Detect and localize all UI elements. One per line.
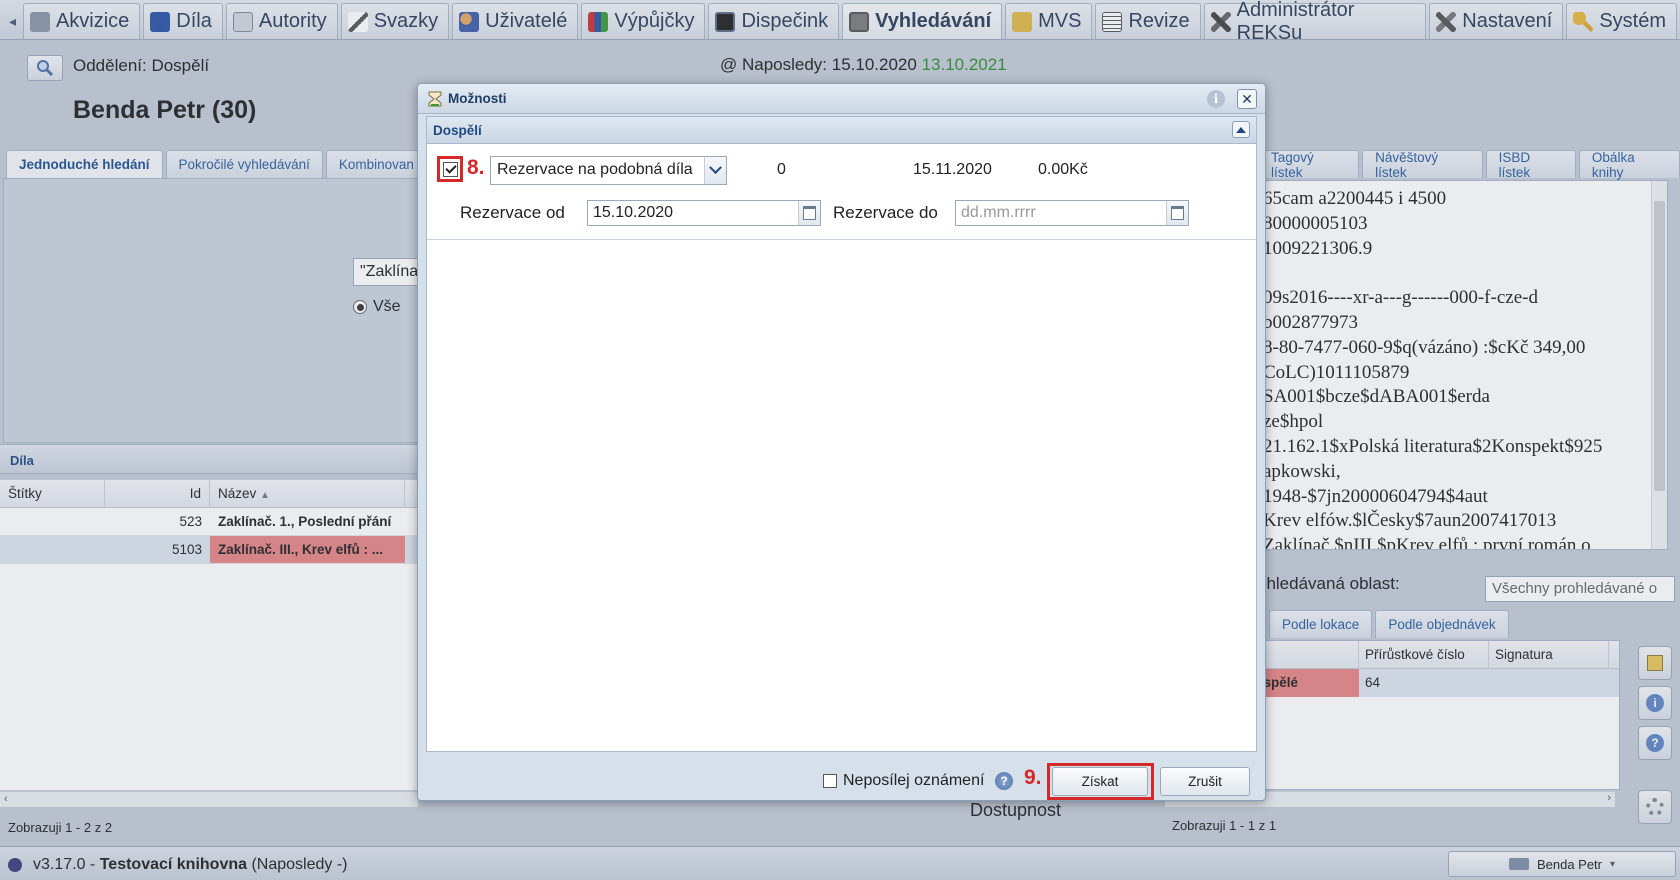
hourglass-icon [428,91,442,107]
reservation-type-select[interactable]: Rezervace na podobná díla [490,156,727,185]
reservation-from-input[interactable]: 15.10.2020 [587,200,821,226]
dialog-title: Možnosti [448,91,507,106]
option-price: 0.00Kč [1038,161,1088,178]
cancel-button[interactable]: Zrušit [1160,767,1250,796]
chevron-down-icon[interactable] [704,157,726,184]
options-dialog: Možnosti i ✕ Dospělí 8. Rezervace na pod… [417,83,1266,801]
calendar-icon[interactable] [1166,201,1188,225]
step-9-label: 9. [1024,766,1042,789]
checkbox-unchecked-icon [823,774,837,788]
reservation-checkbox[interactable] [442,161,458,177]
dialog-close-button[interactable]: ✕ [1237,89,1257,109]
dialog-footer: Neposílej oznámení ? 9. Získat Zrušit [418,758,1265,800]
option-date: 15.11.2020 [913,161,992,178]
help-icon[interactable]: ? [995,772,1013,790]
no-notification-checkbox[interactable]: Neposílej oznámení [823,772,984,790]
get-button[interactable]: Získat [1052,767,1148,796]
reservation-from-label: Rezervace od [460,203,565,222]
dialog-body: Dospělí 8. Rezervace na podobná díla 0 1… [426,116,1257,752]
step-8-label: 8. [467,156,485,179]
dialog-info-icon[interactable]: i [1207,90,1225,108]
step-8-highlight [437,156,463,182]
reservation-to-label: Rezervace do [833,203,938,222]
reservation-to-input[interactable]: dd.mm.rrrr [955,200,1189,226]
section-header-adults: Dospělí [427,117,1256,144]
calendar-icon[interactable] [798,201,820,225]
dialog-titlebar[interactable]: Možnosti i ✕ [418,84,1265,114]
collapse-section-button[interactable] [1232,121,1250,138]
reservation-option-row: 8. Rezervace na podobná díla 0 15.11.202… [427,144,1256,240]
option-count: 0 [777,161,786,178]
